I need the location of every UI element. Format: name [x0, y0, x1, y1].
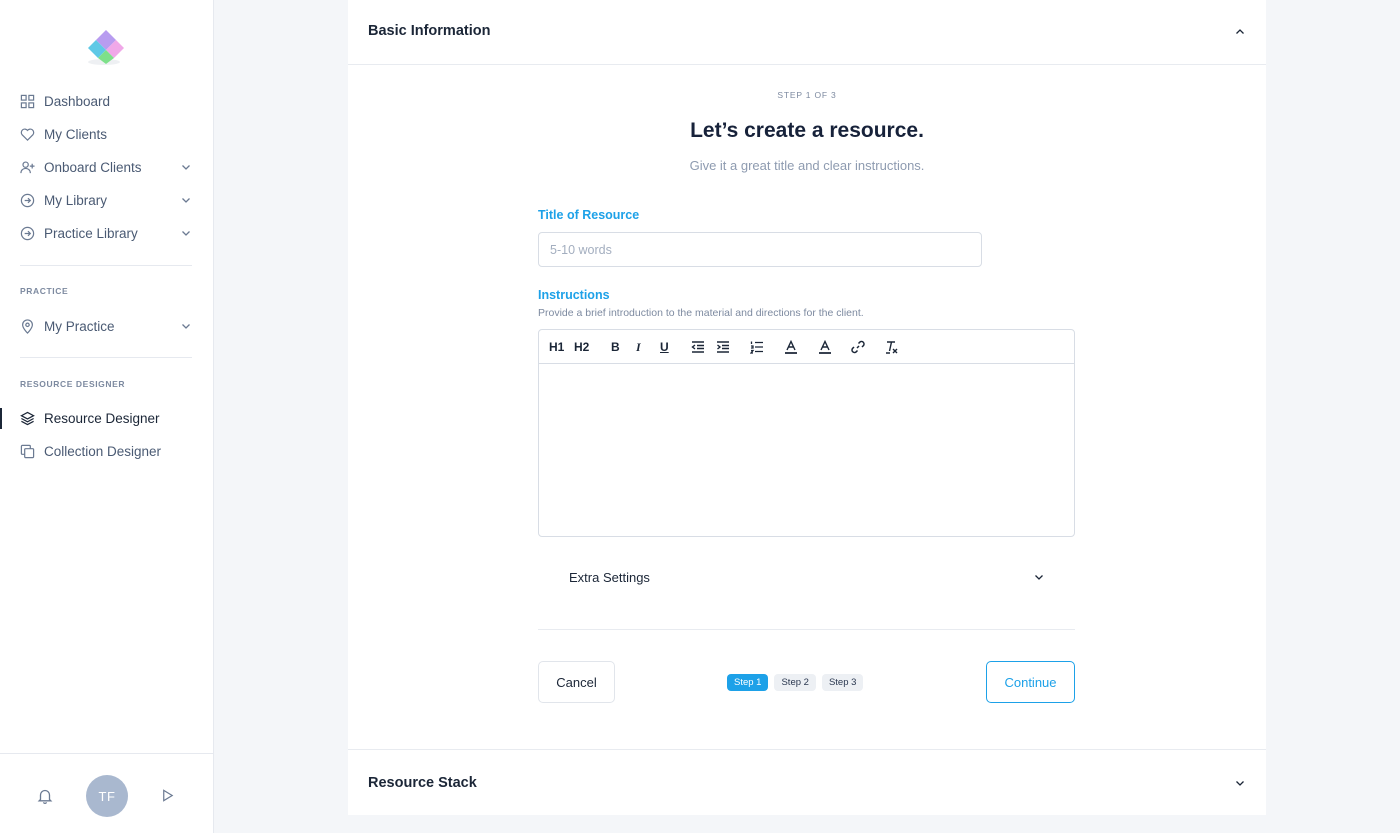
- nav-item-my-library[interactable]: My Library: [0, 184, 214, 217]
- outdent-button[interactable]: [691, 339, 705, 355]
- section-label-practice: PRACTICE: [20, 286, 69, 296]
- nav-item-label: Practice Library: [44, 226, 138, 241]
- main-nav: Dashboard My Clients Onboard Clients My …: [0, 85, 214, 250]
- bold-label: B: [611, 340, 620, 354]
- h1-label: H1: [549, 340, 565, 354]
- section-title: Basic Information: [368, 23, 491, 39]
- nav-item-label: Collection Designer: [44, 444, 162, 459]
- instructions-label: Instructions: [538, 288, 610, 302]
- background-color-button[interactable]: [818, 339, 832, 355]
- resource-stack-header[interactable]: Resource Stack: [348, 749, 1266, 815]
- italic-label: I: [636, 339, 641, 354]
- continue-button[interactable]: Continue: [986, 661, 1075, 703]
- clear-formatting-button[interactable]: [885, 339, 899, 355]
- designer-nav: Resource Designer Collection Designer: [0, 402, 214, 468]
- nav-item-label: My Library: [44, 193, 108, 208]
- nav-item-practice-library[interactable]: Practice Library: [0, 217, 214, 250]
- cancel-button[interactable]: Cancel: [538, 661, 615, 703]
- bold-button[interactable]: B: [611, 339, 620, 355]
- text-color-button[interactable]: [784, 339, 798, 355]
- sidebar-divider: [20, 265, 192, 266]
- page-title: Let’s create a resource.: [690, 119, 924, 142]
- nav-item-label: My Practice: [44, 319, 115, 334]
- chevron-down-icon[interactable]: [1234, 777, 1246, 789]
- map-pin-icon: [20, 319, 35, 334]
- text-color-icon: [785, 340, 797, 354]
- nav-item-my-clients[interactable]: My Clients: [0, 118, 214, 151]
- arrow-circle-icon: [20, 193, 35, 208]
- italic-button[interactable]: I: [636, 339, 641, 355]
- sidebar-divider: [20, 357, 192, 358]
- step-pill-1[interactable]: Step 1: [727, 674, 769, 691]
- clear-format-icon: [886, 341, 898, 354]
- chevron-down-icon[interactable]: [180, 161, 192, 173]
- resource-title-input[interactable]: [538, 232, 982, 267]
- step-pills: Step 1 Step 2 Step 3: [727, 674, 864, 691]
- play-icon[interactable]: [160, 788, 175, 803]
- heading-2-button[interactable]: H2: [574, 339, 589, 355]
- grid-icon: [20, 94, 35, 109]
- ordered-list-button[interactable]: [750, 339, 764, 355]
- bell-icon[interactable]: [37, 788, 53, 804]
- instructions-help-text: Provide a brief introduction to the mate…: [538, 307, 864, 319]
- nav-item-my-practice[interactable]: My Practice: [0, 310, 214, 343]
- copy-icon: [20, 444, 35, 459]
- sidebar-footer: TF: [0, 753, 213, 833]
- editor-toolbar: H1 H2 B I U: [539, 330, 1074, 364]
- outdent-icon: [691, 341, 704, 353]
- practice-nav: My Practice: [0, 310, 214, 343]
- section-title: Resource Stack: [368, 775, 477, 791]
- nav-item-collection-designer[interactable]: Collection Designer: [0, 435, 214, 468]
- link-button[interactable]: [851, 339, 865, 355]
- step-pill-3[interactable]: Step 3: [821, 674, 864, 691]
- indent-icon: [717, 341, 729, 353]
- sidebar: Dashboard My Clients Onboard Clients My …: [0, 0, 214, 833]
- nav-item-label: Onboard Clients: [44, 160, 142, 175]
- step-pill-2[interactable]: Step 2: [774, 674, 816, 691]
- background-color-icon: [819, 340, 831, 354]
- nav-item-resource-designer[interactable]: Resource Designer: [0, 402, 214, 435]
- resource-card: Basic Information STEP 1 OF 3 Let’s crea…: [348, 0, 1266, 815]
- h2-label: H2: [574, 340, 590, 354]
- chevron-down-icon[interactable]: [180, 227, 192, 239]
- extra-settings-toggle[interactable]: Extra Settings: [538, 557, 1075, 630]
- extra-settings-label: Extra Settings: [569, 570, 650, 585]
- user-avatar[interactable]: TF: [86, 775, 128, 817]
- link-icon: [851, 340, 865, 354]
- underline-label: U: [660, 340, 669, 354]
- chevron-down-icon[interactable]: [1033, 571, 1045, 583]
- title-field-label: Title of Resource: [538, 208, 640, 222]
- page-subtitle: Give it a great title and clear instruct…: [689, 158, 925, 173]
- section-label-resource-designer: RESOURCE DESIGNER: [20, 379, 126, 389]
- indent-button[interactable]: [716, 339, 730, 355]
- basic-information-header[interactable]: Basic Information: [348, 0, 1266, 65]
- ordered-list-icon: [750, 341, 763, 354]
- step-indicator-text: STEP 1 OF 3: [777, 90, 837, 100]
- app-logo[interactable]: [84, 28, 128, 68]
- heart-icon: [20, 127, 35, 142]
- underline-button[interactable]: U: [660, 339, 669, 355]
- chevron-up-icon[interactable]: [1234, 26, 1246, 38]
- user-plus-icon: [20, 160, 35, 175]
- layers-icon: [20, 411, 35, 426]
- nav-item-dashboard[interactable]: Dashboard: [0, 85, 214, 118]
- heading-1-button[interactable]: H1: [549, 339, 564, 355]
- nav-item-label: Resource Designer: [44, 411, 160, 426]
- instructions-text-area[interactable]: [539, 364, 1074, 536]
- arrow-circle-icon: [20, 226, 35, 241]
- chevron-down-icon[interactable]: [180, 194, 192, 206]
- nav-item-onboard-clients[interactable]: Onboard Clients: [0, 151, 214, 184]
- nav-item-label: Dashboard: [44, 94, 111, 109]
- chevron-down-icon[interactable]: [180, 320, 192, 332]
- nav-item-label: My Clients: [44, 127, 108, 142]
- instructions-editor: H1 H2 B I U: [538, 329, 1075, 537]
